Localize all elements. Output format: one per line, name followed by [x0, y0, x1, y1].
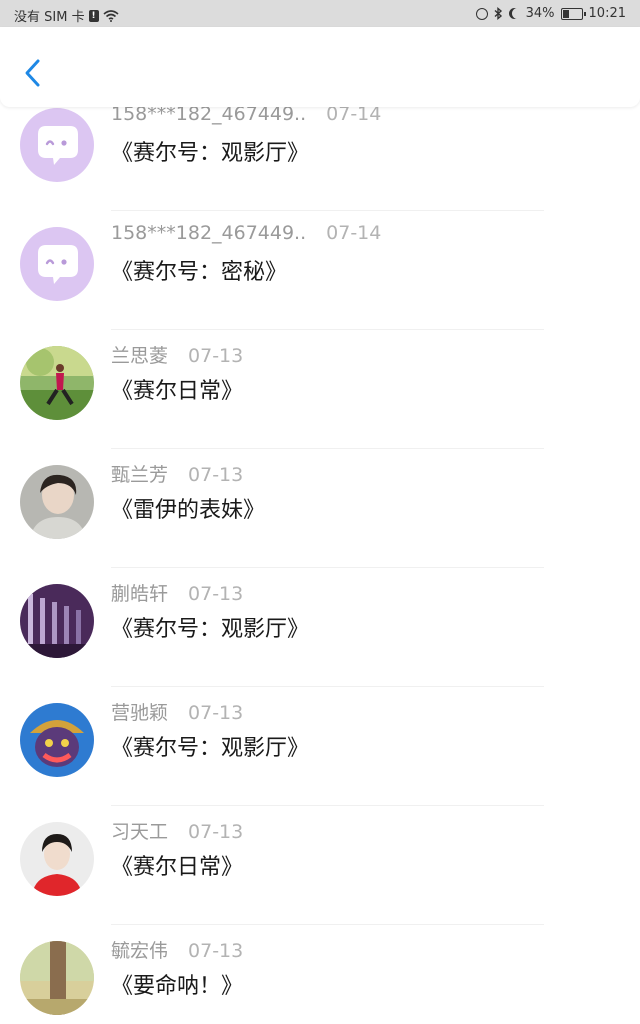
list-item[interactable]: 毓宏伟 07-13 《要命呐！》 [0, 925, 640, 1024]
author-name: 毓宏伟 [111, 940, 169, 962]
item-title: 《雷伊的表妹》 [111, 498, 266, 523]
post-date: 07-13 [188, 821, 244, 843]
author-name: 158***182_467449.. [111, 107, 307, 125]
author-name: 习天工 [111, 821, 169, 843]
message-list: 158***182_467449.. 07-14 《赛尔号：观影厅》 158***… [0, 107, 640, 1024]
avatar[interactable] [20, 227, 94, 301]
avatar[interactable] [20, 584, 94, 658]
carrier-text: 没有 SIM 卡 [14, 10, 85, 25]
item-title: 《赛尔号：观影厅》 [111, 736, 310, 761]
battery-percent: 34% [525, 6, 555, 21]
list-item[interactable]: 兰思菱 07-13 《赛尔日常》 [0, 330, 640, 449]
header [0, 27, 640, 107]
item-title: 《赛尔号：观影厅》 [111, 617, 310, 642]
status-right: 34% 10:21 [475, 6, 626, 21]
avatar[interactable] [20, 108, 94, 182]
post-date: 07-13 [188, 345, 244, 367]
nfc-icon [475, 7, 488, 20]
item-title: 《赛尔号：观影厅》 [111, 141, 310, 166]
chat-bot-icon [20, 227, 94, 301]
photo-cartoon-monster [20, 703, 94, 777]
list-item[interactable]: 158***182_467449.. 07-14 《赛尔号：观影厅》 [0, 107, 640, 211]
post-date: 07-13 [188, 940, 244, 962]
list-item[interactable]: 营驰颖 07-13 《赛尔号：观影厅》 [0, 687, 640, 806]
avatar[interactable] [20, 465, 94, 539]
meta-line: 甄兰芳 07-13 [111, 460, 243, 487]
meta-line: 营驰颖 07-13 [111, 698, 243, 725]
meta-line: 兰思菱 07-13 [111, 341, 243, 368]
avatar[interactable] [20, 941, 94, 1015]
post-date: 07-13 [188, 702, 244, 724]
photo-park-person [20, 346, 94, 420]
author-name: 兰思菱 [111, 345, 169, 367]
item-title: 《要命呐！》 [111, 974, 244, 999]
author-name: 蒯皓轩 [111, 583, 169, 605]
post-date: 07-14 [326, 107, 382, 125]
status-left: 没有 SIM 卡 ! [14, 6, 119, 25]
post-date: 07-14 [326, 222, 382, 244]
meta-line: 毓宏伟 07-13 [111, 936, 243, 963]
clock: 10:21 [588, 6, 626, 21]
avatar[interactable] [20, 703, 94, 777]
photo-boy-red-shirt [20, 822, 94, 896]
author-name: 158***182_467449.. [111, 222, 307, 244]
post-date: 07-13 [188, 464, 244, 486]
photo-tree-trunk [20, 941, 94, 1015]
item-title: 《赛尔日常》 [111, 379, 244, 404]
meta-line: 158***182_467449.. 07-14 [111, 222, 381, 244]
list-item[interactable]: 158***182_467449.. 07-14 《赛尔号：密秘》 [0, 211, 640, 330]
meta-line: 蒯皓轩 07-13 [111, 579, 243, 606]
author-name: 营驰颖 [111, 702, 169, 724]
avatar[interactable] [20, 346, 94, 420]
list-item[interactable]: 蒯皓轩 07-13 《赛尔号：观影厅》 [0, 568, 640, 687]
post-date: 07-13 [188, 583, 244, 605]
list-item[interactable]: 习天工 07-13 《赛尔日常》 [0, 806, 640, 925]
bluetooth-icon [494, 7, 502, 20]
photo-purple-pillars [20, 584, 94, 658]
battery-fill [562, 9, 569, 18]
item-title: 《赛尔号：密秘》 [111, 260, 288, 285]
meta-line: 158***182_467449.. 07-14 [111, 107, 381, 125]
battery-icon [560, 7, 586, 20]
sim-alert-icon: ! [88, 9, 99, 22]
status-bar: 没有 SIM 卡 ! 34% 10:21 [0, 0, 640, 27]
meta-line: 习天工 07-13 [111, 817, 243, 844]
photo-boy-portrait [20, 465, 94, 539]
do-not-disturb-icon [512, 8, 523, 19]
back-button[interactable] [18, 55, 50, 91]
chevron-left-icon [25, 59, 40, 87]
chat-bot-icon [20, 108, 94, 182]
list-item[interactable]: 甄兰芳 07-13 《雷伊的表妹》 [0, 449, 640, 568]
avatar[interactable] [20, 822, 94, 896]
author-name: 甄兰芳 [111, 464, 169, 486]
item-title: 《赛尔日常》 [111, 855, 244, 880]
wifi-icon [103, 9, 119, 22]
